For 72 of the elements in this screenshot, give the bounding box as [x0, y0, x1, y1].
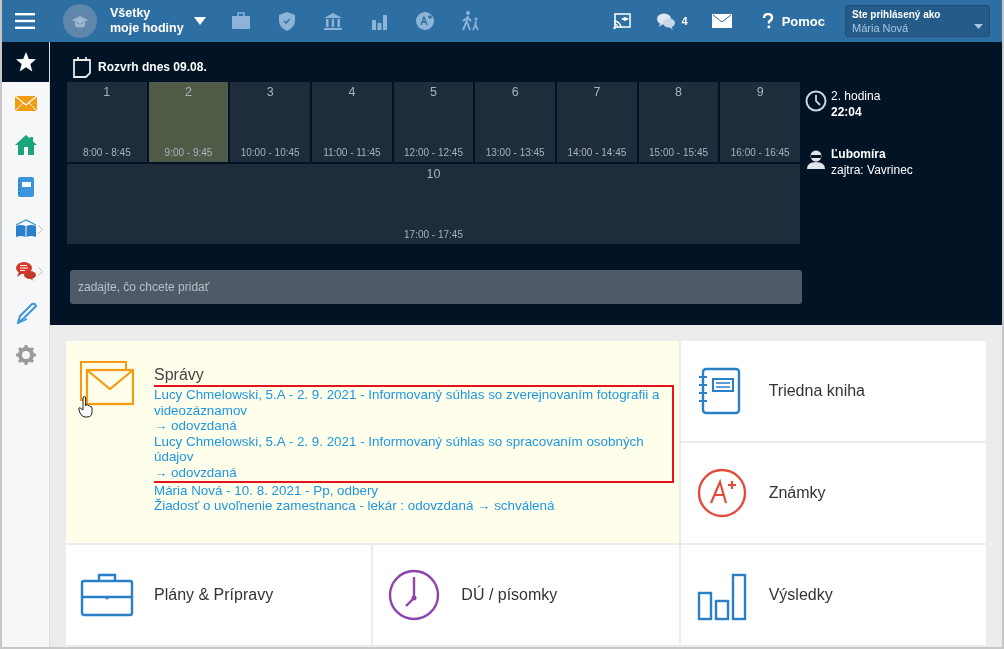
user-dropdown[interactable]: Ste prihlásený ako Mária Nová — [845, 5, 990, 37]
scope-label[interactable]: Všetky — [110, 6, 184, 21]
lesson-cell[interactable]: 6 13:00 - 13:45 — [475, 82, 556, 162]
lesson-number: 7 — [593, 85, 601, 99]
tile-title: Správy — [154, 365, 205, 385]
lesson-cell[interactable]: 5 12:00 - 12:45 — [393, 82, 474, 162]
lesson-time: 14:00 - 14:45 — [567, 147, 627, 158]
lesson-number: 10 — [426, 167, 441, 181]
chat-bubbles-icon[interactable] — [14, 260, 37, 282]
lesson-number: 2 — [185, 85, 192, 99]
lesson-number: 9 — [756, 85, 764, 99]
tile[interactable]: Známky — [680, 443, 986, 543]
caret-icon[interactable] — [193, 17, 206, 25]
lesson-number: 4 — [348, 85, 356, 99]
open-book-icon[interactable] — [14, 218, 37, 240]
hand-cursor-icon — [78, 396, 94, 418]
lesson-number: 8 — [675, 85, 682, 99]
lesson-number: 6 — [511, 85, 519, 99]
caret-icon — [974, 24, 983, 29]
house-icon[interactable] — [14, 134, 37, 156]
lesson-time: 12:00 - 12:45 — [404, 147, 463, 158]
lesson-number: 5 — [430, 85, 437, 99]
lesson-time: 8:00 - 8:45 — [82, 147, 131, 158]
chat-icon[interactable] — [655, 11, 676, 31]
tile[interactable]: Plány & Prípravy — [66, 545, 372, 645]
menu-icon[interactable] — [15, 13, 35, 29]
briefcase-icon[interactable] — [229, 10, 252, 32]
tile[interactable]: Triedna kniha — [680, 341, 986, 441]
schedule-title: Rozvrh dnes 09.08. — [98, 60, 207, 74]
clock-icon — [805, 90, 827, 112]
lesson-cell[interactable]: 8 15:00 - 15:45 — [638, 82, 719, 162]
lesson-time: 16:00 - 16:45 — [730, 147, 790, 158]
lesson-cell[interactable]: 4 11:00 - 11:45 — [312, 82, 392, 162]
mail-icon[interactable] — [711, 14, 732, 28]
walking-people-icon[interactable] — [459, 10, 482, 32]
lesson-time: 17:00 - 17:45 — [404, 229, 463, 240]
lesson-cell[interactable]: 7 14:00 - 14:45 — [557, 82, 637, 162]
question-mark-icon — [761, 13, 774, 29]
lesson-time: 11:00 - 11:45 — [323, 147, 381, 158]
lesson-number: 3 — [266, 85, 274, 99]
current-time: 22:04 — [831, 104, 863, 120]
clock-icon — [387, 569, 442, 621]
current-lesson: 2. hodina — [831, 88, 881, 104]
tomorrow-name-day: zajtra: Vavrinec — [831, 162, 913, 178]
lesson-time: 9:00 - 9:45 — [164, 147, 213, 158]
lesson-cell[interactable]: 3 10:00 - 10:45 — [230, 82, 310, 162]
lesson-time: 15:00 - 15:45 — [649, 147, 708, 158]
tile[interactable]: DÚ / písomky — [373, 545, 679, 645]
chevron-icon — [38, 224, 43, 234]
star-icon[interactable] — [14, 51, 37, 73]
tile[interactable]: Výsledky — [680, 545, 986, 645]
graduation-cap-icon[interactable] — [63, 4, 97, 38]
lesson-cell[interactable]: 1 8:00 - 8:45 — [67, 82, 147, 162]
add-input-field[interactable]: zadajte, čo chcete pridať — [70, 270, 802, 304]
lesson-cell[interactable]: 10 17:00 - 17:45 — [67, 164, 800, 244]
chevron-icon — [38, 266, 43, 276]
scope-label[interactable]: moje hodiny — [110, 21, 184, 36]
lesson-cell[interactable]: 2 9:00 - 9:45 — [148, 82, 229, 162]
person-icon — [805, 148, 827, 170]
lesson-time: 13:00 - 13:45 — [485, 147, 545, 158]
lesson-number: 1 — [103, 85, 111, 99]
pen-icon[interactable] — [14, 302, 37, 324]
calendar-icon — [72, 56, 92, 78]
message-count: 4 — [681, 15, 688, 27]
lesson-time: 10:00 - 10:45 — [240, 147, 300, 158]
lesson-cell[interactable]: 9 16:00 - 16:45 — [720, 82, 801, 162]
name-day: Ľubomíra — [831, 146, 913, 162]
gear-icon[interactable] — [14, 344, 37, 366]
cast-icon[interactable] — [611, 11, 632, 31]
grade-icon[interactable] — [413, 10, 436, 32]
help-button[interactable]: Pomoc — [761, 13, 825, 29]
bank-icon[interactable] — [321, 10, 344, 32]
